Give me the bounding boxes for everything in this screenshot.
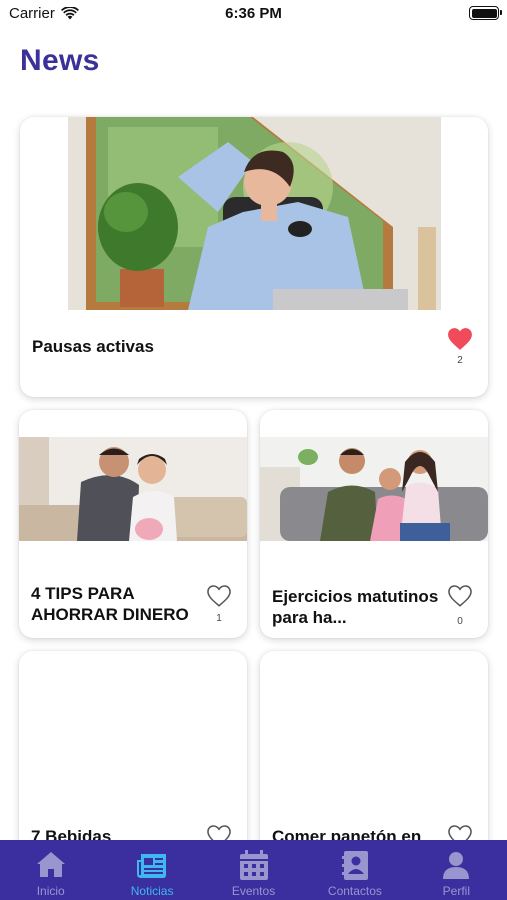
news-card[interactable]: Ejercicios matutinos para ha... 0 (260, 410, 488, 638)
featured-news-title: Pausas activas (32, 337, 154, 356)
tab-label: Contactos (327, 884, 382, 898)
heart-outline-icon[interactable] (447, 584, 473, 608)
like-count: 1 (216, 613, 222, 624)
news-image-father-daughter (19, 437, 247, 541)
like-count: 2 (457, 355, 463, 366)
calendar-icon (239, 850, 268, 880)
tab-inicio[interactable]: Inicio (0, 840, 101, 900)
tab-label: Eventos (231, 884, 276, 898)
clock: 6:36 PM (225, 5, 282, 22)
news-card[interactable]: 4 TIPS PARA AHORRAR DINERO 1 (19, 410, 247, 638)
heart-filled-icon[interactable] (447, 327, 473, 351)
battery-icon (469, 6, 502, 20)
status-bar: Carrier 6:36 PM (0, 0, 507, 28)
news-card-title: 4 TIPS PARA AHORRAR DINERO (31, 584, 189, 624)
heart-outline-icon[interactable] (206, 584, 232, 608)
tab-label: Noticias (130, 884, 174, 898)
tab-eventos[interactable]: Eventos (203, 840, 304, 900)
featured-news-card[interactable]: Pausas activas 2 (20, 117, 488, 397)
tab-bar: Inicio Noticias Eventos Contactos Perfil (0, 840, 507, 900)
tab-contactos[interactable]: Contactos (304, 840, 405, 900)
like-count: 0 (457, 616, 463, 627)
tab-perfil[interactable]: Perfil (406, 840, 507, 900)
newspaper-icon (137, 854, 167, 878)
contacts-icon (341, 851, 368, 880)
news-card-title: Ejercicios matutinos para ha... (272, 587, 439, 627)
home-icon (36, 852, 65, 877)
page-title: News (20, 44, 100, 77)
news-image-stretching-woman (68, 117, 441, 310)
tab-label: Perfil (442, 884, 470, 898)
tab-label: Inicio (36, 884, 65, 898)
person-icon (443, 852, 470, 879)
news-image-family-sofa (260, 437, 488, 541)
tab-noticias[interactable]: Noticias (101, 840, 202, 900)
